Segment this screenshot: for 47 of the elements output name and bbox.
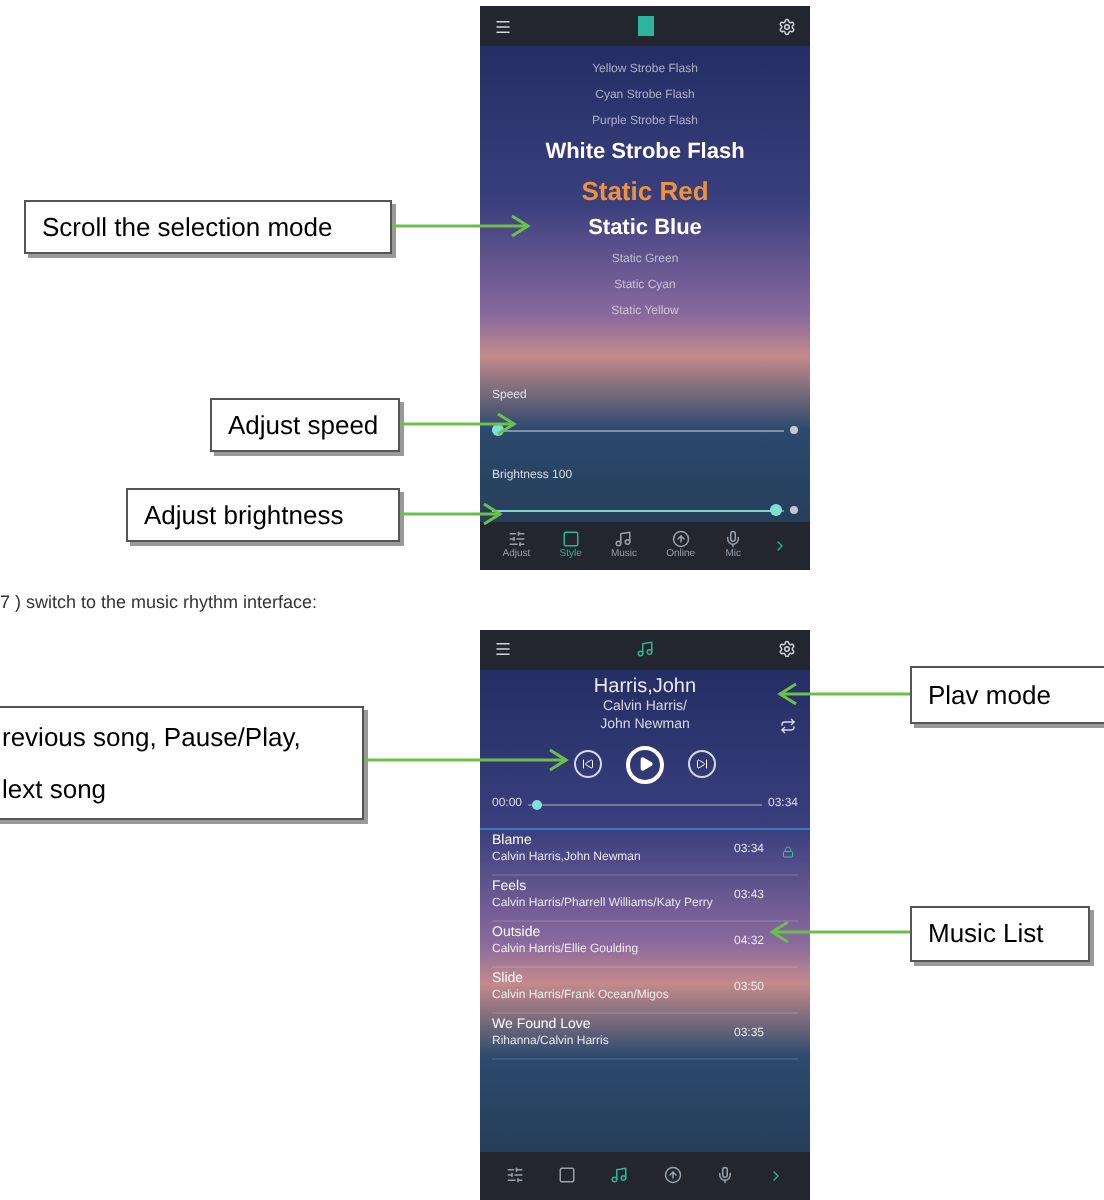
callout-arrow	[777, 682, 910, 706]
next-button[interactable]	[688, 750, 716, 778]
mode-option[interactable]: Static Red	[581, 178, 709, 204]
tab[interactable]	[715, 1166, 734, 1184]
callout-label: Scroll the selection mode	[24, 200, 392, 254]
square-icon	[637, 16, 653, 36]
sliders-icon	[505, 1166, 524, 1184]
tab[interactable]	[610, 1166, 629, 1184]
next-icon	[696, 758, 708, 770]
previous-icon	[582, 758, 594, 770]
repeat-icon[interactable]	[780, 717, 796, 733]
microphone-icon	[715, 1166, 734, 1184]
music-note-icon	[610, 1166, 629, 1184]
square-icon	[557, 1166, 576, 1184]
tab[interactable]	[505, 1166, 524, 1184]
slider-thumb[interactable]	[769, 504, 782, 516]
caption: 7 ) switch to the music rhythm interface:	[0, 590, 320, 616]
microphone-icon	[724, 530, 743, 548]
callout-arrow	[769, 920, 910, 944]
callout-label: Adjust speed	[210, 398, 400, 452]
tab[interactable]	[663, 1166, 682, 1184]
callout-arrow	[400, 412, 517, 436]
callout-arrow	[400, 502, 503, 526]
callout-label: Adjust brightness	[126, 488, 400, 542]
callout-arrow	[392, 214, 531, 238]
callout-label: Music List	[910, 906, 1090, 962]
sliders-icon	[507, 530, 526, 548]
menu-icon[interactable]	[494, 17, 512, 35]
settings-icon[interactable]	[778, 17, 796, 35]
settings-icon[interactable]	[778, 640, 796, 658]
slider-end-icon	[790, 426, 798, 434]
slider-end-icon	[790, 506, 798, 514]
menu-icon[interactable]	[494, 640, 512, 658]
play-icon	[637, 756, 653, 772]
previous-button[interactable]	[574, 750, 602, 778]
mode-option[interactable]: Static Blue	[588, 218, 702, 240]
music-note-icon	[614, 530, 633, 548]
square-icon	[561, 530, 580, 548]
callout-label: Plav mode	[910, 666, 1104, 724]
play-button[interactable]	[626, 745, 664, 783]
callout-label: revious song, Pause/Play, lext song	[0, 706, 364, 820]
music-note-icon	[636, 640, 654, 658]
progress-thumb[interactable]	[531, 799, 542, 809]
song-title: Harris,John	[593, 675, 697, 699]
mode-option[interactable]: White Strobe Flash	[545, 142, 745, 164]
tab[interactable]	[557, 1166, 576, 1184]
lock-icon	[782, 845, 794, 857]
